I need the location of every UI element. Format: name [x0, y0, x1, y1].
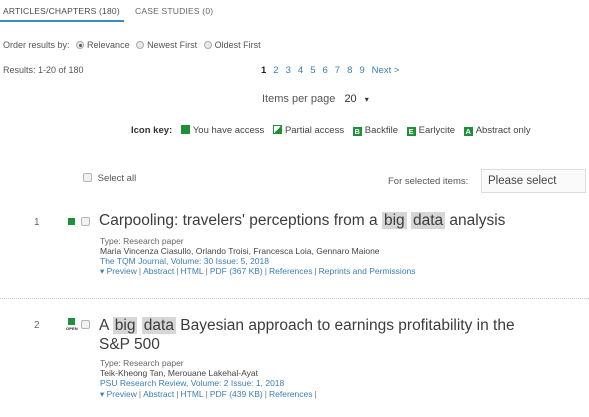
- page-link[interactable]: 3: [286, 65, 291, 76]
- results-count: Results: 1-20 of 180: [3, 65, 84, 75]
- for-selected-label: For selected items:: [388, 176, 469, 187]
- order-results-row: Order results by: Relevance Newest First…: [3, 40, 261, 50]
- result-checkbox[interactable]: [81, 320, 90, 329]
- icon-key-abstract-label: Abstract only: [475, 125, 531, 136]
- result-type: Type: Research paper: [100, 358, 184, 368]
- order-results-label: Order results by:: [3, 40, 70, 50]
- result-number: 1: [34, 217, 40, 228]
- result-links: ▾ Preview | Abstract | HTML | PDF (439 KB) | Ref…: [100, 389, 317, 399]
- result-type: Type: Research paper: [100, 236, 184, 246]
- icon-key-label: Icon key:: [131, 125, 173, 136]
- items-per-page-label: Items per page: [262, 93, 336, 105]
- page-link[interactable]: 4: [298, 65, 303, 76]
- title-text: Bayesian approach to earnings profitabil…: [175, 317, 515, 334]
- select-all-row: Select all: [83, 173, 136, 184]
- icon-key-access-label: You have access: [192, 125, 265, 136]
- title-highlight: big: [381, 212, 407, 229]
- page-link[interactable]: 7: [335, 65, 340, 76]
- relevance-label[interactable]: Relevance: [87, 40, 130, 50]
- title-highlight: data: [410, 212, 446, 229]
- newest-first-radio[interactable]: [136, 41, 145, 49]
- select-all-label[interactable]: Select all: [98, 173, 137, 184]
- title-text: Carpooling: travelers' perceptions from …: [99, 212, 382, 229]
- page-link[interactable]: 9: [359, 65, 364, 76]
- access-icon: [180, 125, 190, 134]
- result-title[interactable]: A big data Bayesian approach to earnings…: [99, 316, 515, 335]
- abstract-link[interactable]: Abstract: [143, 266, 174, 276]
- tab-articles-chapters[interactable]: ARTICLES/CHAPTERS (180): [3, 6, 120, 16]
- title-text: A: [99, 317, 113, 334]
- references-link[interactable]: References: [269, 389, 312, 399]
- page-link[interactable]: 5: [310, 65, 315, 76]
- open-access-badge: OPEN: [66, 326, 78, 331]
- access-icon: [68, 318, 75, 325]
- abstract-only-icon: A: [463, 127, 473, 136]
- result-source[interactable]: PSU Research Review, Volume: 2 Issue: 1,…: [100, 378, 284, 388]
- icon-key-partial-label: Partial access: [284, 125, 345, 136]
- pdf-link[interactable]: PDF (439 KB): [210, 389, 263, 399]
- earlycite-icon: E: [406, 127, 416, 136]
- next-page-link[interactable]: Next >: [372, 65, 400, 76]
- result-title[interactable]: Carpooling: travelers' perceptions from …: [99, 211, 505, 230]
- reprints-permissions-link[interactable]: Reprints and Permissions: [319, 266, 416, 276]
- oldest-first-radio[interactable]: [203, 41, 212, 49]
- page-link[interactable]: 8: [347, 65, 352, 76]
- references-link[interactable]: References: [269, 266, 312, 276]
- result-checkbox[interactable]: [81, 217, 90, 226]
- title-text: analysis: [445, 212, 506, 229]
- results-tabs: ARTICLES/CHAPTERS (180) CASE STUDIES (0): [0, 0, 589, 22]
- bulk-action-select[interactable]: Please select: [481, 169, 586, 193]
- access-icon: [68, 218, 75, 225]
- results-divider: [0, 298, 589, 299]
- page-current: 1: [261, 65, 267, 76]
- preview-link[interactable]: ▾ Preview: [100, 389, 137, 399]
- items-per-page: Items per page 20 ▾: [262, 93, 369, 105]
- html-link[interactable]: HTML: [181, 389, 204, 399]
- result-links: ▾ Preview | Abstract | HTML | PDF (367 KB) | Ref…: [100, 266, 416, 276]
- select-all-checkbox[interactable]: [83, 173, 92, 182]
- result-source[interactable]: The TQM Journal, Volume: 30 Issue: 5, 20…: [100, 256, 269, 266]
- oldest-first-label[interactable]: Oldest First: [215, 40, 261, 50]
- result-title-continued[interactable]: S&P 500: [99, 335, 160, 354]
- backfile-icon: B: [352, 127, 362, 136]
- result-number: 2: [34, 320, 40, 331]
- bulk-action-placeholder: Please select: [488, 175, 557, 187]
- newest-first-label[interactable]: Newest First: [147, 40, 197, 50]
- icon-key-backfile-label: Backfile: [364, 125, 398, 136]
- chevron-down-icon: ▾: [364, 95, 369, 104]
- pdf-link[interactable]: PDF (367 KB): [210, 266, 263, 276]
- items-per-page-select[interactable]: 20 ▾: [344, 93, 368, 105]
- tab-case-studies[interactable]: CASE STUDIES (0): [135, 6, 213, 16]
- html-link[interactable]: HTML: [181, 266, 204, 276]
- result-authors: Teik-Kheong Tan, Merouane Lakehal-Ayat: [100, 368, 258, 378]
- icon-key: Icon key: You have access Partial access…: [131, 125, 531, 136]
- active-tab-indicator: [0, 20, 124, 22]
- preview-link[interactable]: ▾ Preview: [100, 266, 137, 276]
- page-link[interactable]: 6: [322, 65, 327, 76]
- icon-key-earlycite-label: Earlycite: [418, 125, 456, 136]
- page-link[interactable]: 2: [273, 65, 278, 76]
- title-highlight: big: [112, 317, 138, 334]
- pagination: 1 2 3 4 5 6 7 8 9 Next >: [261, 65, 406, 76]
- abstract-link[interactable]: Abstract: [143, 389, 174, 399]
- items-per-page-value: 20: [344, 93, 357, 105]
- title-highlight: data: [141, 317, 176, 334]
- result-authors: Maria Vincenza Ciasullo, Orlando Troisi,…: [100, 246, 380, 256]
- partial-access-icon: [272, 125, 282, 134]
- relevance-radio[interactable]: [76, 41, 85, 49]
- trailing-separator: |: [314, 389, 317, 399]
